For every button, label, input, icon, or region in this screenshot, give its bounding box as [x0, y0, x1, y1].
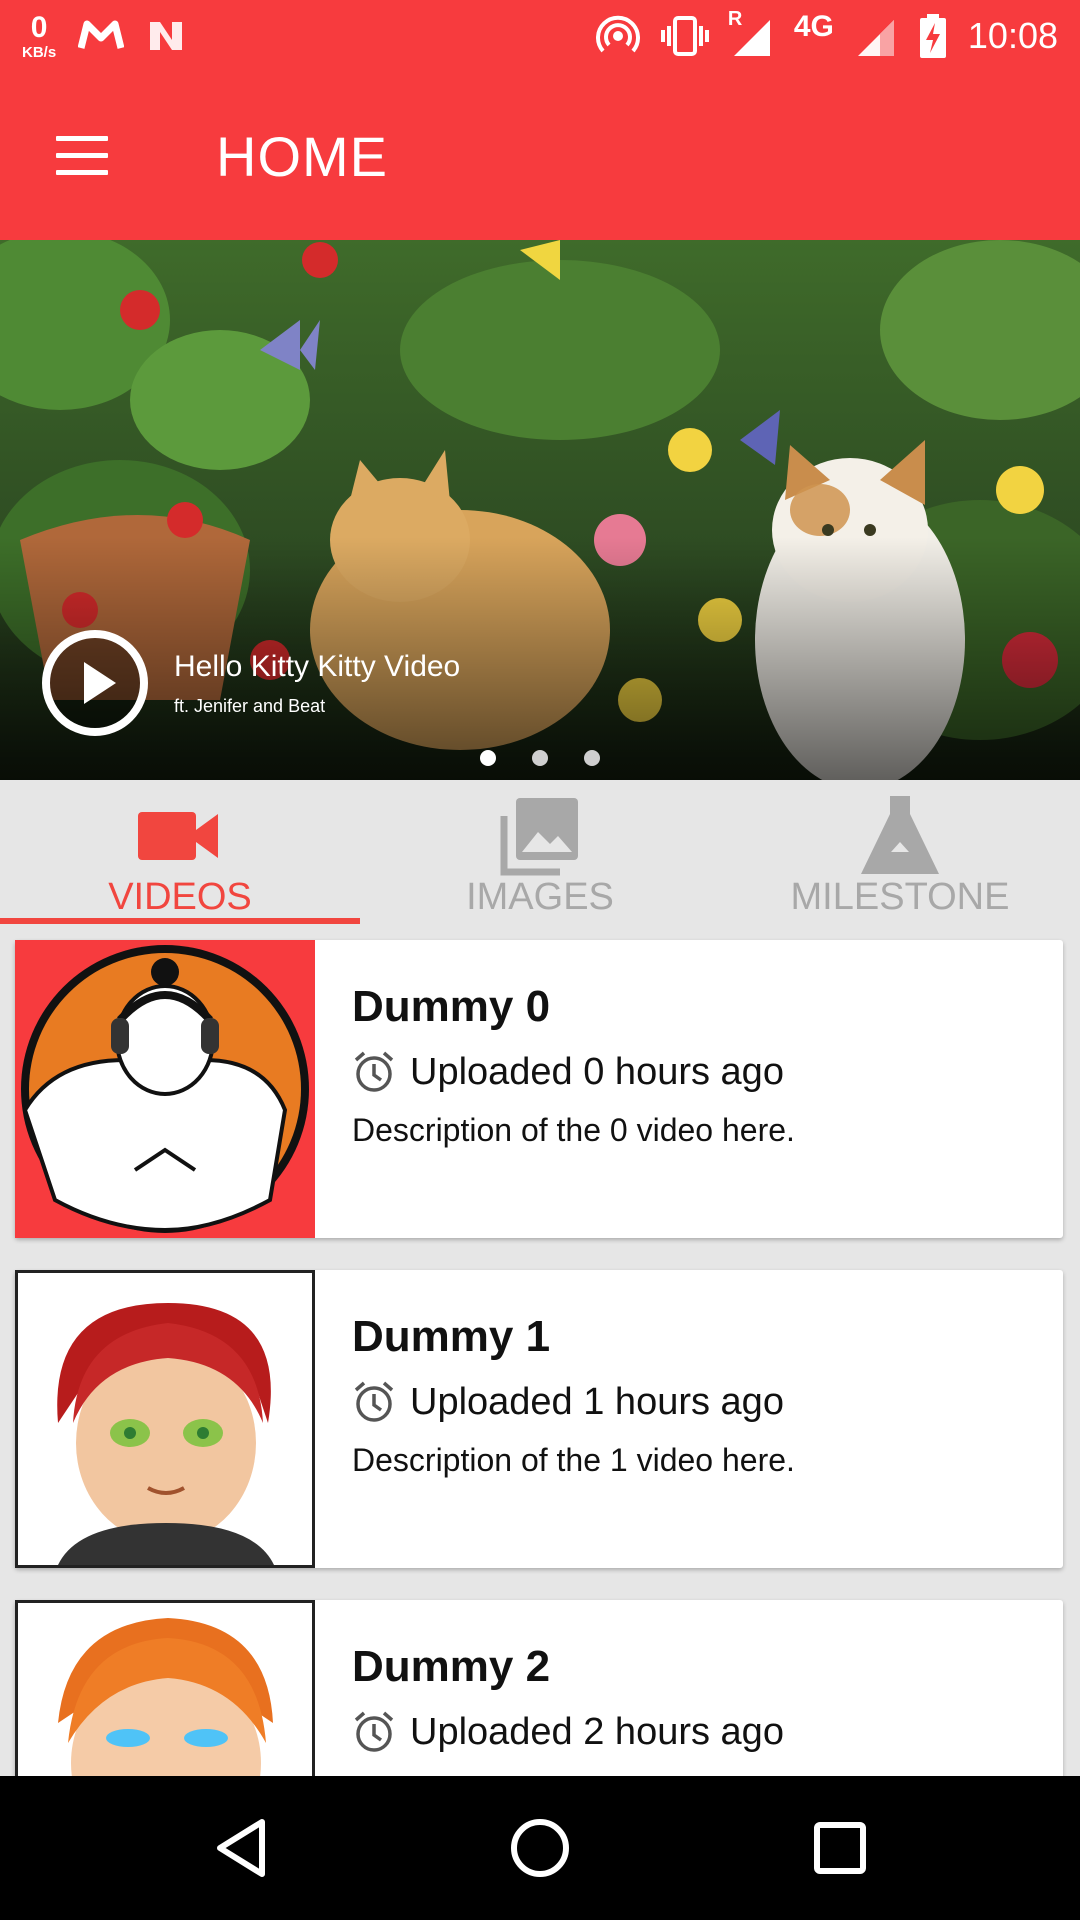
banner-illustration — [0, 240, 1080, 780]
carousel-dot[interactable] — [480, 750, 496, 766]
tab-label: MILESTONE — [790, 876, 1010, 918]
tab-videos[interactable]: VIDEOS — [0, 780, 360, 924]
home-icon[interactable] — [504, 1812, 576, 1884]
video-thumbnail — [15, 940, 315, 1238]
notification-n-icon — [150, 22, 183, 50]
gmail-icon — [78, 20, 125, 49]
alarm-clock-icon — [354, 1711, 394, 1752]
banner-subtitle: ft. Jenifer and Beat — [174, 696, 326, 716]
video-upload-time: Uploaded 0 hours ago — [352, 1050, 784, 1094]
video-description: Description of the 1 video here. — [352, 1442, 795, 1478]
videocam-icon — [0, 794, 360, 878]
video-title: Dummy 1 — [352, 1312, 551, 1361]
signal-roaming-icon: R — [728, 8, 774, 58]
tab-label: IMAGES — [466, 876, 614, 918]
signal-icon — [857, 20, 894, 56]
video-thumbnail — [15, 1270, 315, 1568]
tab-images[interactable]: IMAGES — [360, 780, 720, 924]
carousel-dot[interactable] — [584, 750, 600, 766]
flask-icon — [720, 794, 1080, 878]
status-bar: 0 KB/s R 4G 10:08 — [0, 0, 1080, 72]
video-card[interactable]: Dummy 0 Uploaded 0 hours ago Description… — [15, 940, 1063, 1238]
net-speed: 0 KB/s — [22, 10, 57, 61]
play-circle-icon[interactable] — [40, 628, 150, 738]
carousel-dot[interactable] — [532, 750, 548, 766]
net-speed-value: 0 — [30, 10, 48, 44]
hotspot-icon — [595, 15, 640, 53]
video-thumbnail — [15, 1600, 315, 1776]
hamburger-menu-icon[interactable] — [52, 134, 112, 178]
status-right-group: R 4G 10:08 — [595, 6, 1058, 66]
video-upload-time: Uploaded 2 hours ago — [352, 1710, 784, 1754]
back-icon[interactable] — [206, 1812, 278, 1884]
status-left-group: 0 KB/s — [22, 6, 186, 66]
video-description: Description of the 0 video here. — [352, 1112, 795, 1148]
network-type: 4G — [793, 10, 834, 43]
video-upload-time: Uploaded 1 hours ago — [352, 1380, 784, 1424]
video-list: Dummy 0 Uploaded 0 hours ago Description… — [0, 924, 1080, 1776]
featured-banner[interactable]: Hello Kitty Kitty Video ft. Jenifer and … — [0, 240, 1080, 780]
alarm-clock-icon — [354, 1381, 394, 1422]
video-title: Dummy 2 — [352, 1642, 551, 1691]
page-title: HOME — [216, 125, 388, 188]
net-speed-unit: KB/s — [22, 43, 57, 61]
battery-charging-icon — [919, 14, 946, 58]
alarm-clock-icon — [354, 1051, 394, 1092]
video-card[interactable]: Dummy 2 Uploaded 2 hours ago — [15, 1600, 1063, 1776]
recents-icon[interactable] — [804, 1812, 876, 1884]
upload-time-text: Uploaded 0 hours ago — [410, 1050, 784, 1093]
banner-title: Hello Kitty Kitty Video — [174, 650, 461, 683]
tab-label: VIDEOS — [108, 876, 252, 918]
vibrate-icon — [660, 16, 709, 56]
upload-time-text: Uploaded 1 hours ago — [410, 1380, 784, 1423]
roaming-marker: R — [727, 8, 743, 30]
photo-library-icon — [360, 794, 720, 878]
tab-bar: VIDEOS IMAGES MILESTONE — [0, 780, 1080, 924]
status-time: 10:08 — [967, 15, 1058, 56]
upload-time-text: Uploaded 2 hours ago — [410, 1710, 784, 1753]
system-nav-bar — [0, 1776, 1080, 1920]
video-card[interactable]: Dummy 1 Uploaded 1 hours ago Description… — [15, 1270, 1063, 1568]
carousel-indicator — [0, 750, 1080, 766]
tab-milestone[interactable]: MILESTONE — [720, 780, 1080, 924]
video-title: Dummy 0 — [352, 982, 551, 1031]
app-bar: HOME — [0, 72, 1080, 240]
